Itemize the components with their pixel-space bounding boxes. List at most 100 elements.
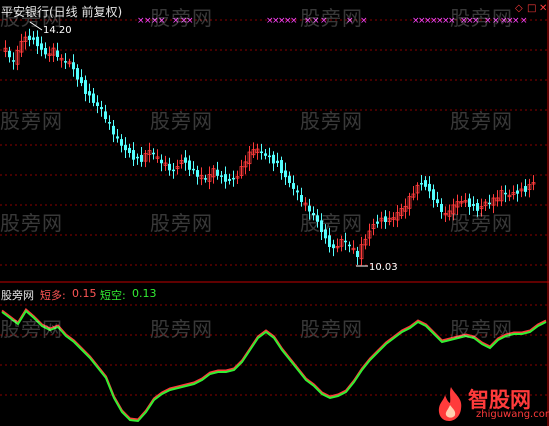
watermark: 股旁网 bbox=[450, 109, 513, 133]
diamond-icon[interactable]: ◇ bbox=[515, 3, 523, 14]
candle-body bbox=[140, 154, 143, 162]
candle-body bbox=[424, 180, 427, 187]
candle-body bbox=[184, 157, 187, 163]
watermark: 股旁网 bbox=[300, 109, 363, 133]
candle-body bbox=[100, 107, 103, 110]
watermark: 股旁网 bbox=[300, 211, 363, 235]
candle-body bbox=[228, 178, 231, 181]
candle-body bbox=[516, 190, 519, 194]
candle-body bbox=[296, 190, 299, 193]
candle-body bbox=[272, 154, 275, 164]
signal-marker: × bbox=[520, 16, 528, 26]
short-long-value: 0.15 bbox=[72, 287, 97, 300]
candle-body bbox=[116, 136, 119, 139]
candle-body bbox=[420, 183, 423, 185]
candle-body bbox=[32, 37, 35, 40]
candle-body bbox=[188, 160, 191, 170]
candle-body bbox=[160, 159, 163, 164]
candle-body bbox=[332, 244, 335, 249]
indicator-name: 股旁网 bbox=[1, 289, 34, 302]
watermark: 股旁网 bbox=[150, 6, 213, 30]
candle-body bbox=[440, 203, 443, 212]
watermark: 股旁网 bbox=[450, 317, 513, 341]
candle-body bbox=[268, 155, 271, 158]
candle-body bbox=[124, 144, 127, 151]
short-empty-value: 0.13 bbox=[132, 287, 157, 300]
watermark: 股旁网 bbox=[450, 211, 513, 235]
candle-body bbox=[72, 62, 75, 70]
candle-body bbox=[356, 250, 359, 257]
candle-body bbox=[468, 198, 471, 207]
watermark: 股旁网 bbox=[300, 317, 363, 341]
candle-body bbox=[284, 170, 287, 178]
brand-logo: 智股网 zhiguwang.com bbox=[436, 384, 549, 424]
candle-body bbox=[44, 48, 47, 55]
watermark: 股旁网 bbox=[150, 109, 213, 133]
candle-body bbox=[292, 183, 295, 189]
candle-body bbox=[120, 139, 123, 146]
candle-body bbox=[92, 93, 95, 103]
watermark: 股旁网 bbox=[300, 6, 363, 30]
candle-body bbox=[36, 36, 39, 47]
candle-body bbox=[300, 195, 303, 202]
candle-body bbox=[192, 168, 195, 171]
candle-body bbox=[204, 178, 207, 180]
candle-body bbox=[168, 163, 171, 171]
candle-body bbox=[56, 50, 59, 57]
signal-marker: × bbox=[290, 16, 298, 26]
candle-body bbox=[172, 169, 175, 172]
candle-body bbox=[64, 61, 67, 63]
candle-body bbox=[428, 183, 431, 192]
candle-body bbox=[76, 68, 79, 80]
candle-body bbox=[328, 235, 331, 247]
candle-body bbox=[152, 152, 155, 155]
candle-body bbox=[220, 175, 223, 177]
candle-body bbox=[260, 151, 263, 153]
candle-body bbox=[12, 60, 15, 62]
candle-body bbox=[108, 122, 111, 124]
watermark: 股旁网 bbox=[0, 6, 63, 30]
candle-body bbox=[40, 43, 43, 50]
candle-body bbox=[288, 175, 291, 183]
candle-body bbox=[436, 199, 439, 204]
candle-body bbox=[232, 177, 235, 180]
candle-body bbox=[384, 216, 387, 222]
candle-body bbox=[504, 192, 507, 195]
candle-body bbox=[196, 170, 199, 177]
candle-body bbox=[264, 153, 267, 156]
watermark: 股旁网 bbox=[450, 6, 513, 30]
candle-body bbox=[28, 35, 31, 40]
candle-body bbox=[216, 169, 219, 176]
flame-icon bbox=[438, 387, 462, 421]
short-long-label: 短多: bbox=[40, 289, 66, 302]
watermark: 股旁网 bbox=[0, 109, 63, 133]
candle-body bbox=[136, 156, 139, 159]
candle-body bbox=[348, 244, 351, 247]
candle-body bbox=[280, 160, 283, 174]
candle-body bbox=[472, 204, 475, 206]
close-icon[interactable]: ✕ bbox=[539, 3, 547, 14]
brand-url: zhiguwang.com bbox=[476, 409, 549, 420]
candle-body bbox=[488, 202, 491, 205]
low-price-label: 10.03 bbox=[369, 262, 398, 273]
watermark: 股旁网 bbox=[150, 211, 213, 235]
candle-body bbox=[376, 221, 379, 224]
watermark: 股旁网 bbox=[0, 211, 63, 235]
candle-body bbox=[96, 102, 99, 107]
candle-body bbox=[8, 50, 11, 58]
candle-body bbox=[80, 77, 83, 84]
square-icon[interactable]: □ bbox=[527, 3, 536, 14]
signal-marker: × bbox=[512, 16, 520, 26]
candle-body bbox=[224, 174, 227, 182]
candle-body bbox=[132, 150, 135, 160]
candle-body bbox=[112, 125, 115, 135]
candle-body bbox=[432, 189, 435, 200]
candle-body bbox=[104, 111, 107, 120]
short-empty-label: 短空: bbox=[100, 289, 126, 302]
candle-body bbox=[276, 160, 279, 164]
candle-body bbox=[344, 240, 347, 243]
candle-body bbox=[84, 80, 87, 94]
candle-body bbox=[88, 91, 91, 96]
watermark: 股旁网 bbox=[0, 317, 63, 341]
candle-body bbox=[128, 147, 131, 153]
